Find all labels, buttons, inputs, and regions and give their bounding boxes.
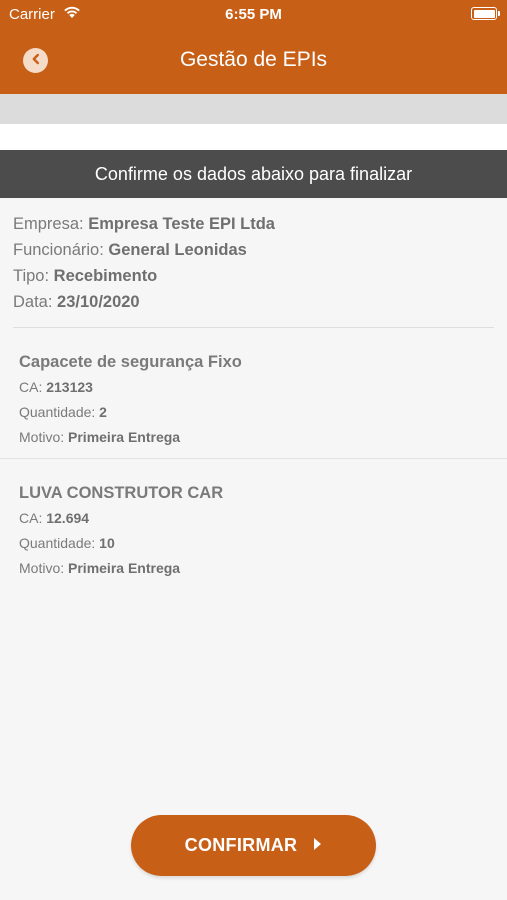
- employee-label: Funcionário:: [13, 241, 109, 259]
- ca-label: CA:: [19, 510, 47, 526]
- employee-value: General Leonidas: [108, 241, 247, 259]
- header-divider: [0, 94, 507, 124]
- ca-value: 213123: [46, 379, 93, 395]
- confirm-button[interactable]: CONFIRMAR: [131, 815, 376, 876]
- item-quantity: Quantidade: 2: [19, 400, 489, 425]
- app-header: Carrier 6:55 PM Gestão de EPIs: [0, 0, 507, 94]
- type-label: Tipo:: [13, 267, 54, 285]
- item-divider: [0, 458, 507, 459]
- quantity-label: Quantidade:: [19, 404, 100, 420]
- reason-label: Motivo:: [19, 560, 69, 576]
- company-value: Empresa Teste EPI Ltda: [88, 215, 275, 233]
- ca-label: CA:: [19, 379, 47, 395]
- confirm-label: CONFIRMAR: [184, 835, 298, 855]
- caret-right-icon: [313, 835, 322, 856]
- instruction-text: Confirme os dados abaixo para finalizar: [94, 163, 413, 184]
- navigation-bar: Gestão de EPIs: [0, 28, 507, 94]
- reason-value: Primeira Entrega: [68, 429, 181, 445]
- summary-divider: [13, 327, 494, 328]
- list-item: Capacete de segurança Fixo CA: 213123 Qu…: [19, 349, 489, 450]
- reason-value: Primeira Entrega: [68, 560, 181, 576]
- item-ca: CA: 213123: [19, 375, 489, 400]
- item-title: LUVA CONSTRUTOR CAR: [19, 484, 224, 502]
- date-row: Data: 23/10/2020: [13, 289, 493, 315]
- summary-section: Empresa: Empresa Teste EPI Ltda Funcioná…: [13, 211, 493, 315]
- reason-label: Motivo:: [19, 429, 69, 445]
- date-label: Data:: [13, 293, 58, 311]
- status-bar: Carrier 6:55 PM: [0, 0, 507, 28]
- quantity-value: 2: [99, 404, 107, 420]
- item-title: Capacete de segurança Fixo: [19, 353, 242, 371]
- ca-value: 12.694: [46, 510, 90, 526]
- quantity-label: Quantidade:: [19, 535, 100, 551]
- status-time: 6:55 PM: [225, 6, 282, 23]
- spacer: [0, 124, 507, 150]
- instruction-banner: Confirme os dados abaixo para finalizar: [0, 150, 507, 198]
- company-label: Empresa:: [13, 215, 89, 233]
- battery-icon: [471, 7, 500, 20]
- item-reason: Motivo: Primeira Entrega: [19, 556, 489, 581]
- page-title: Gestão de EPIs: [179, 48, 328, 71]
- type-row: Tipo: Recebimento: [13, 263, 493, 289]
- list-item: LUVA CONSTRUTOR CAR CA: 12.694 Quantidad…: [19, 480, 489, 581]
- item-ca: CA: 12.694: [19, 506, 489, 531]
- quantity-value: 10: [99, 535, 115, 551]
- type-value: Recebimento: [53, 267, 158, 285]
- item-reason: Motivo: Primeira Entrega: [19, 425, 489, 450]
- company-row: Empresa: Empresa Teste EPI Ltda: [13, 211, 493, 237]
- item-quantity: Quantidade: 10: [19, 531, 489, 556]
- employee-row: Funcionário: General Leonidas: [13, 237, 493, 263]
- date-value: 23/10/2020: [57, 293, 140, 311]
